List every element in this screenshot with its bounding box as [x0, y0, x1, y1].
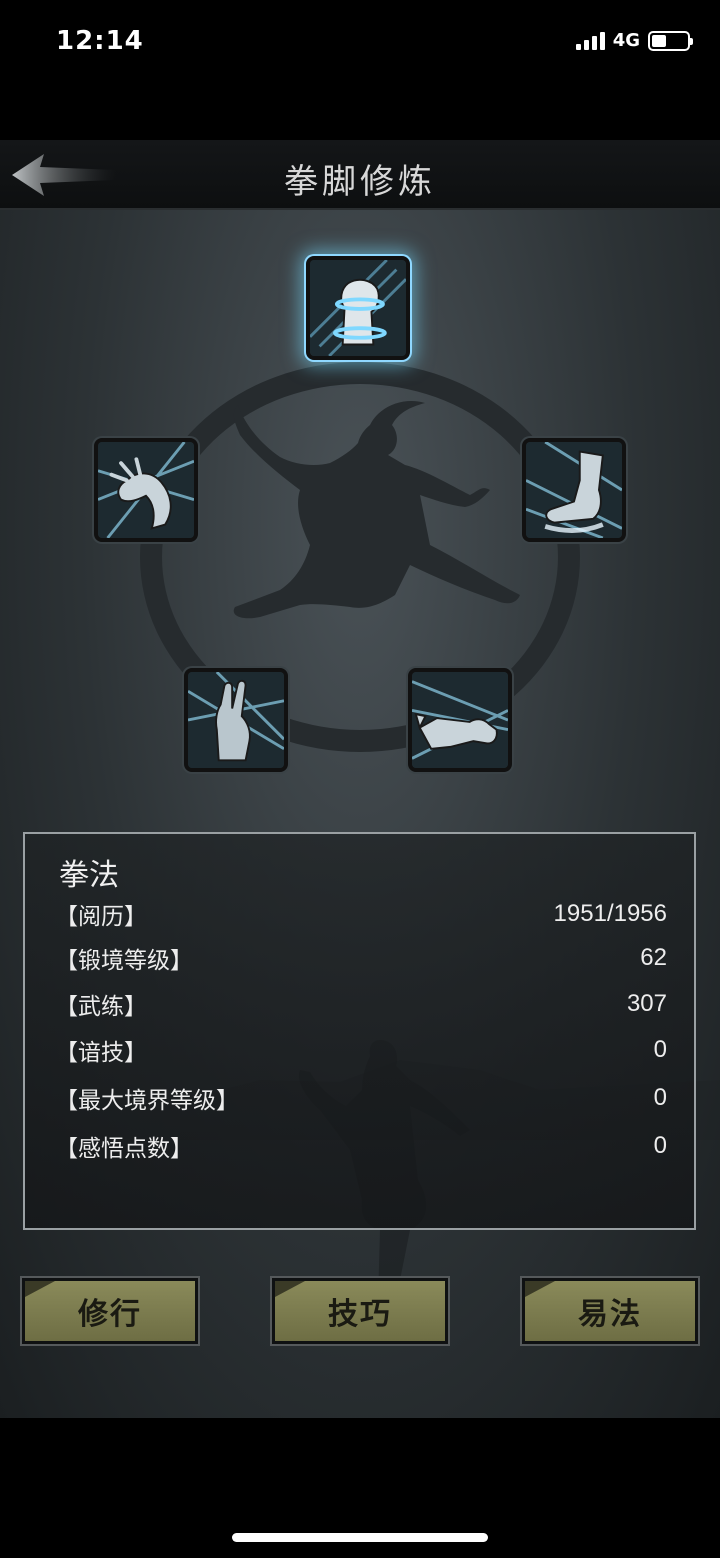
- practice-button-label: 修行: [78, 1297, 142, 1332]
- skill-slot-kick[interactable]: [522, 438, 626, 542]
- stat-row-experience: 【阅历】 1951/1956: [55, 896, 667, 932]
- finger-strike-icon: [412, 672, 508, 768]
- battery-icon: [648, 30, 693, 51]
- stat-value: 0: [653, 1036, 667, 1063]
- skill-slot-palm[interactable]: [184, 668, 288, 772]
- technique-button-label: 技巧: [328, 1297, 392, 1332]
- palm-icon: [188, 672, 284, 768]
- change-method-button[interactable]: 易法: [522, 1278, 698, 1344]
- signal-icon: [575, 31, 605, 50]
- stat-row-forge-level: 【锻境等级】 62: [55, 940, 667, 976]
- stat-label: 【感悟点数】: [55, 1136, 193, 1162]
- skill-slot-claw[interactable]: [94, 438, 198, 542]
- skill-slot-fist[interactable]: [306, 256, 410, 360]
- stat-value: 0: [653, 1132, 667, 1159]
- stat-label: 【谙技】: [55, 1040, 147, 1066]
- panel-title: 拳法: [59, 858, 119, 893]
- stat-label: 【最大境界等级】: [55, 1088, 239, 1114]
- stat-value: 0: [653, 1084, 667, 1111]
- change-method-button-label: 易法: [578, 1297, 642, 1332]
- stat-row-insight-points: 【感悟点数】 0: [55, 1128, 667, 1164]
- martial-artist-silhouette: [233, 401, 520, 619]
- technique-button[interactable]: 技巧: [272, 1278, 448, 1344]
- game-screen: 拳脚修炼 拳法 【阅历】 1951/1956 【锻境等级】 62 【武练】 30…: [0, 140, 720, 1418]
- home-indicator[interactable]: [232, 1533, 488, 1542]
- practice-button[interactable]: 修行: [22, 1278, 198, 1344]
- stat-value: 62: [640, 944, 667, 971]
- stat-row-martial-training: 【武练】 307: [55, 986, 667, 1022]
- status-bar: 12:14 4G: [0, 0, 720, 90]
- stat-label: 【阅历】: [55, 904, 147, 930]
- network-label: 4G: [612, 30, 640, 51]
- stat-label: 【武练】: [55, 994, 147, 1020]
- fist-icon: [310, 260, 406, 356]
- foot-kick-icon: [526, 442, 622, 538]
- stat-value: 307: [626, 990, 667, 1017]
- status-icons: 4G: [575, 30, 693, 51]
- claw-icon: [98, 442, 194, 538]
- header-bar: 拳脚修炼: [0, 140, 720, 210]
- stat-row-skill-mastery: 【谙技】 0: [55, 1032, 667, 1068]
- skill-info-panel: 拳法 【阅历】 1951/1956 【锻境等级】 62 【武练】 307 【谙技…: [23, 832, 696, 1230]
- status-time: 12:14: [56, 26, 144, 56]
- skill-slot-finger[interactable]: [408, 668, 512, 772]
- stat-label: 【锻境等级】: [55, 948, 193, 974]
- page-title: 拳脚修炼: [284, 162, 436, 202]
- stat-value: 1951/1956: [553, 900, 667, 927]
- stat-row-max-realm-level: 【最大境界等级】 0: [55, 1080, 667, 1116]
